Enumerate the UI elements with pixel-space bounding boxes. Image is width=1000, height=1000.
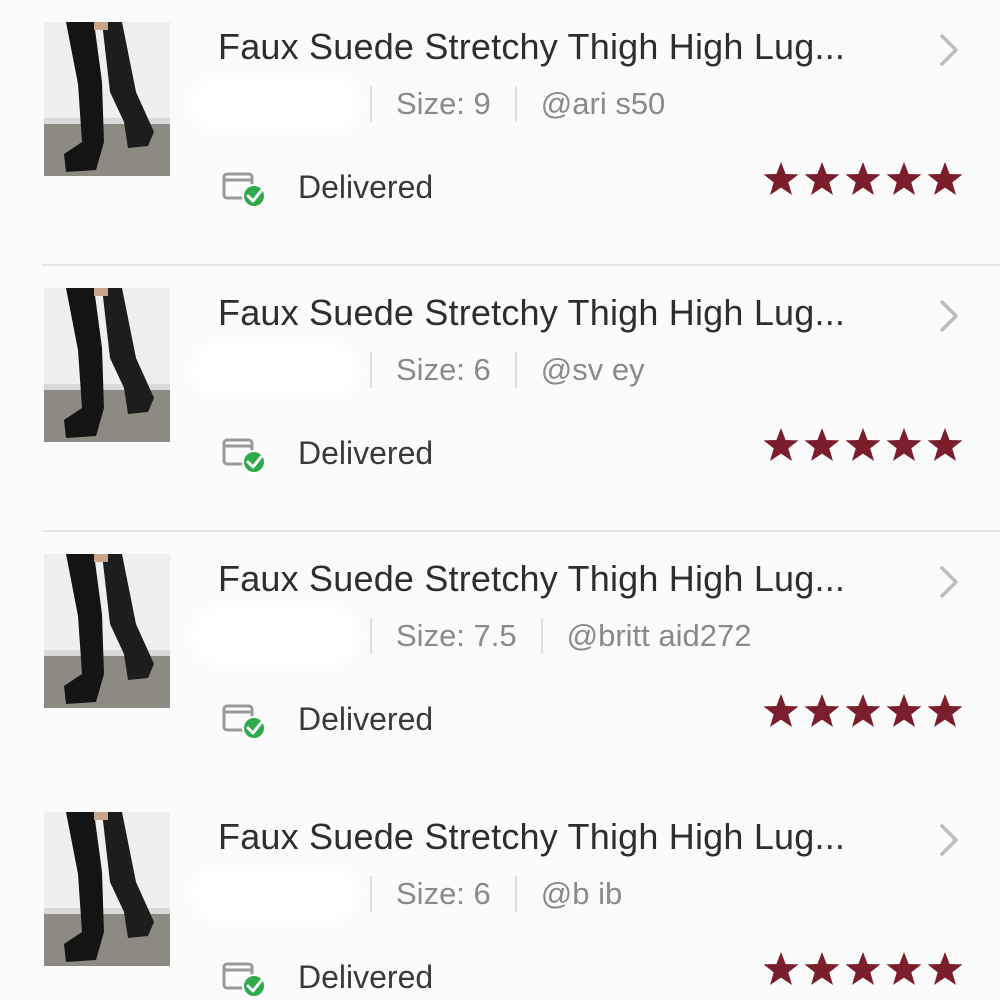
- product-thumbnail: [44, 288, 170, 442]
- star-icon: [762, 692, 800, 730]
- divider: [514, 876, 517, 912]
- product-thumbnail: [44, 554, 170, 708]
- star-icon: [844, 950, 882, 988]
- divider: [370, 86, 372, 122]
- thigh-high-boots-image: [44, 288, 170, 442]
- order-history-page: Faux Suede Stretchy Thigh High Lug... Si…: [0, 0, 1000, 1000]
- thigh-high-boots-image: [44, 554, 170, 708]
- star-icon: [885, 426, 923, 464]
- chevron-right-icon[interactable]: [934, 822, 964, 858]
- divider: [514, 352, 517, 388]
- thigh-high-boots-image: [44, 22, 170, 176]
- star-icon: [803, 426, 841, 464]
- star-icon: [803, 160, 841, 198]
- size-label: Size: 9: [396, 86, 491, 121]
- star-icon: [844, 692, 882, 730]
- order-row[interactable]: Faux Suede Stretchy Thigh High Lug... Si…: [0, 532, 1000, 798]
- divider: [370, 876, 372, 912]
- star-icon: [885, 692, 923, 730]
- star-icon: [762, 160, 800, 198]
- rating-stars: [759, 692, 964, 730]
- star-icon: [926, 426, 964, 464]
- order-meta: Size: 7.5 @britt aid272: [200, 616, 751, 656]
- chevron-right-icon[interactable]: [934, 298, 964, 334]
- divider: [514, 86, 517, 122]
- package-delivered-icon: [220, 432, 270, 474]
- thigh-high-boots-image: [44, 812, 170, 966]
- star-icon: [926, 160, 964, 198]
- product-title: Faux Suede Stretchy Thigh High Lug...: [218, 816, 846, 857]
- divider: [370, 618, 372, 654]
- order-meta: Size: 9 @ari s50: [200, 84, 665, 124]
- status-text: Delivered: [298, 958, 434, 995]
- order-row[interactable]: Faux Suede Stretchy Thigh High Lug... Si…: [0, 266, 1000, 532]
- rating-stars: [759, 426, 964, 464]
- package-delivered-icon: [220, 956, 270, 998]
- redacted-date: [200, 875, 350, 913]
- status-text: Delivered: [298, 434, 434, 471]
- delivery-status: Delivered: [220, 166, 433, 208]
- product-thumbnail: [44, 812, 170, 966]
- star-icon: [926, 692, 964, 730]
- chevron-right-icon[interactable]: [934, 564, 964, 600]
- star-icon: [926, 950, 964, 988]
- package-delivered-icon: [220, 166, 270, 208]
- package-delivered-icon: [220, 698, 270, 740]
- delivery-status: Delivered: [220, 956, 433, 998]
- star-icon: [762, 950, 800, 988]
- buyer-username[interactable]: @britt aid272: [567, 618, 752, 654]
- star-icon: [844, 160, 882, 198]
- star-icon: [885, 950, 923, 988]
- divider: [540, 618, 543, 654]
- redacted-date: [200, 85, 350, 123]
- buyer-username[interactable]: @ari s50: [541, 86, 666, 122]
- star-icon: [803, 950, 841, 988]
- star-icon: [803, 692, 841, 730]
- product-title: Faux Suede Stretchy Thigh High Lug...: [218, 292, 846, 333]
- star-icon: [844, 426, 882, 464]
- buyer-username[interactable]: @sv ey: [541, 352, 645, 388]
- size-label: Size: 7.5: [396, 618, 517, 653]
- size-label: Size: 6: [396, 352, 491, 387]
- product-title: Faux Suede Stretchy Thigh High Lug...: [218, 26, 846, 67]
- redacted-date: [200, 617, 350, 655]
- size-label: Size: 6: [396, 876, 491, 911]
- delivery-status: Delivered: [220, 432, 433, 474]
- status-text: Delivered: [298, 168, 434, 205]
- chevron-right-icon[interactable]: [934, 32, 964, 68]
- divider: [370, 352, 372, 388]
- delivery-status: Delivered: [220, 698, 433, 740]
- order-meta: Size: 6 @b ib: [200, 874, 622, 914]
- redacted-date: [200, 351, 350, 389]
- order-row[interactable]: Faux Suede Stretchy Thigh High Lug... Si…: [0, 790, 1000, 1000]
- rating-stars: [759, 950, 964, 988]
- product-title: Faux Suede Stretchy Thigh High Lug...: [218, 558, 846, 599]
- order-row[interactable]: Faux Suede Stretchy Thigh High Lug... Si…: [0, 0, 1000, 266]
- order-meta: Size: 6 @sv ey: [200, 350, 645, 390]
- buyer-username[interactable]: @b ib: [541, 876, 622, 912]
- status-text: Delivered: [298, 700, 434, 737]
- star-icon: [762, 426, 800, 464]
- product-thumbnail: [44, 22, 170, 176]
- rating-stars: [759, 160, 964, 198]
- star-icon: [885, 160, 923, 198]
